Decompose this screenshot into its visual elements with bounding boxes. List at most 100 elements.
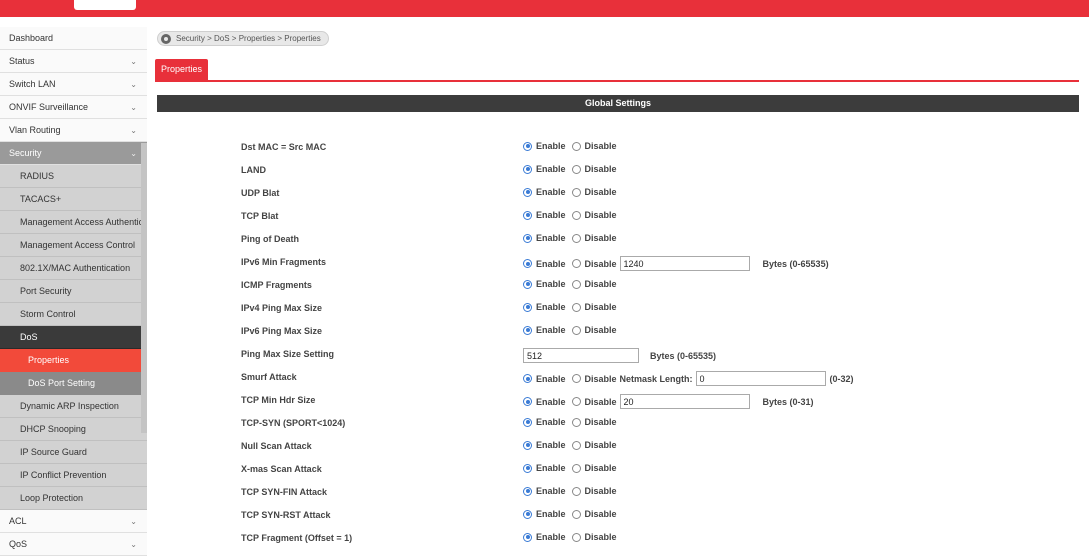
enable-label: Enable	[536, 302, 566, 312]
setting-label: Ping Max Size Setting	[241, 349, 335, 359]
top-header-bar	[0, 0, 1089, 17]
tab-properties[interactable]: Properties	[155, 59, 208, 80]
setting-value-input[interactable]	[523, 348, 639, 363]
netmask-length-label: Netmask Length:	[619, 373, 693, 384]
setting-control: Enable Disable	[523, 532, 617, 542]
setting-label: TCP Min Hdr Size	[241, 395, 316, 405]
disable-radio[interactable]	[571, 259, 581, 268]
enable-radio[interactable]	[523, 302, 532, 312]
disable-label: Disable	[584, 440, 617, 450]
setting-row-dst-mac-src-mac: Dst MAC = Src MAC Enable Disable	[0, 138, 1089, 161]
enable-label: Enable	[536, 373, 566, 384]
setting-control: Enable Disable	[523, 141, 617, 151]
setting-unit: Bytes (0-65535)	[650, 350, 717, 361]
chevron-down-icon: ⌄	[130, 57, 137, 66]
setting-unit: (0-32)	[829, 373, 854, 384]
disable-radio[interactable]	[571, 210, 581, 220]
enable-radio[interactable]	[523, 532, 532, 542]
setting-row-udp-blat: UDP Blat Enable Disable	[0, 184, 1089, 207]
enable-radio[interactable]	[523, 509, 532, 519]
enable-radio[interactable]	[523, 486, 532, 496]
setting-row-ipv6-ping-max-size: IPv6 Ping Max Size Enable Disable	[0, 322, 1089, 345]
enable-radio[interactable]	[523, 259, 532, 268]
enable-radio[interactable]	[523, 187, 532, 197]
breadcrumb: Security > DoS > Properties > Properties	[157, 31, 329, 46]
disable-radio[interactable]	[571, 302, 581, 312]
enable-label: Enable	[536, 532, 566, 542]
disable-radio[interactable]	[571, 463, 581, 473]
disable-radio[interactable]	[571, 325, 581, 335]
disable-radio[interactable]	[571, 509, 581, 519]
enable-radio[interactable]	[523, 463, 532, 473]
setting-value-input[interactable]	[619, 394, 750, 409]
chevron-down-icon: ⌄	[130, 80, 137, 89]
disable-label: Disable	[584, 279, 617, 289]
enable-radio[interactable]	[523, 417, 532, 427]
setting-unit: Bytes (0-31)	[762, 396, 814, 407]
setting-row-icmp-fragments: ICMP Fragments Enable Disable	[0, 276, 1089, 299]
global-settings-header: Global Settings	[157, 95, 1079, 112]
disable-radio[interactable]	[571, 141, 581, 151]
disable-radio[interactable]	[571, 532, 581, 542]
setting-label: Null Scan Attack	[241, 441, 312, 451]
setting-label: TCP SYN-RST Attack	[241, 510, 331, 520]
setting-control: Enable Disable	[523, 279, 617, 289]
settings-form: Dst MAC = Src MAC Enable Disable LAND Enable…	[0, 138, 1089, 552]
enable-label: Enable	[536, 258, 566, 269]
disable-radio[interactable]	[571, 440, 581, 450]
disable-radio[interactable]	[571, 279, 581, 289]
setting-label: TCP Fragment (Offset = 1)	[241, 533, 353, 543]
enable-label: Enable	[536, 210, 566, 220]
setting-control: Enable Disable	[523, 233, 617, 243]
disable-label: Disable	[584, 396, 617, 407]
disable-label: Disable	[584, 233, 617, 243]
enable-radio[interactable]	[523, 141, 532, 151]
setting-row-land: LAND Enable Disable	[0, 161, 1089, 184]
setting-label: IPv6 Min Fragments	[241, 257, 327, 267]
sidebar-item-label: Vlan Routing	[9, 125, 61, 135]
setting-row-tcp-min-hdr-size: TCP Min Hdr Size Enable Disable Bytes (0-31…	[0, 391, 1089, 414]
enable-radio[interactable]	[523, 279, 532, 289]
enable-radio[interactable]	[523, 397, 532, 406]
disable-radio[interactable]	[571, 397, 581, 406]
enable-label: Enable	[536, 187, 566, 197]
enable-radio[interactable]	[523, 164, 532, 174]
enable-radio[interactable]	[523, 325, 532, 335]
enable-label: Enable	[536, 509, 566, 519]
disable-label: Disable	[584, 187, 617, 197]
setting-row-tcp-syn-fin-attack: TCP SYN-FIN Attack Enable Disable	[0, 483, 1089, 506]
disable-radio[interactable]	[571, 233, 581, 243]
sidebar-item-switch-lan[interactable]: Switch LAN ⌄	[0, 73, 147, 96]
setting-control: Enable Disable	[523, 509, 617, 519]
disable-label: Disable	[584, 210, 617, 220]
setting-control: Enable Disable Bytes (0-31)	[523, 394, 814, 409]
enable-label: Enable	[536, 463, 566, 473]
chevron-down-icon: ⌄	[130, 103, 137, 112]
setting-value-input[interactable]	[695, 371, 826, 386]
enable-label: Enable	[536, 325, 566, 335]
enable-radio[interactable]	[523, 210, 532, 220]
disable-radio[interactable]	[571, 187, 581, 197]
enable-label: Enable	[536, 417, 566, 427]
setting-value-input[interactable]	[619, 256, 750, 271]
setting-control: Enable Disable	[523, 164, 617, 174]
sidebar-item-dashboard[interactable]: Dashboard	[0, 27, 147, 50]
setting-control: Enable Disable	[523, 417, 617, 427]
setting-control: Enable Disable	[523, 187, 617, 197]
disable-radio[interactable]	[571, 164, 581, 174]
enable-radio[interactable]	[523, 233, 532, 243]
enable-radio[interactable]	[523, 440, 532, 450]
setting-row-tcp-blat: TCP Blat Enable Disable	[0, 207, 1089, 230]
setting-label: Smurf Attack	[241, 372, 297, 382]
sidebar-item-label: ONVIF Surveillance	[9, 102, 89, 112]
disable-radio[interactable]	[571, 417, 581, 427]
setting-row-ipv4-ping-max-size: IPv4 Ping Max Size Enable Disable	[0, 299, 1089, 322]
disable-radio[interactable]	[571, 486, 581, 496]
setting-row-smurf-attack: Smurf Attack Enable Disable Netmask Length:…	[0, 368, 1089, 391]
enable-radio[interactable]	[523, 374, 532, 383]
setting-label: X-mas Scan Attack	[241, 464, 322, 474]
sidebar-item-onvif-surveillance[interactable]: ONVIF Surveillance ⌄	[0, 96, 147, 119]
sidebar-item-status[interactable]: Status ⌄	[0, 50, 147, 73]
disable-radio[interactable]	[571, 374, 581, 383]
setting-label: ICMP Fragments	[241, 280, 312, 290]
